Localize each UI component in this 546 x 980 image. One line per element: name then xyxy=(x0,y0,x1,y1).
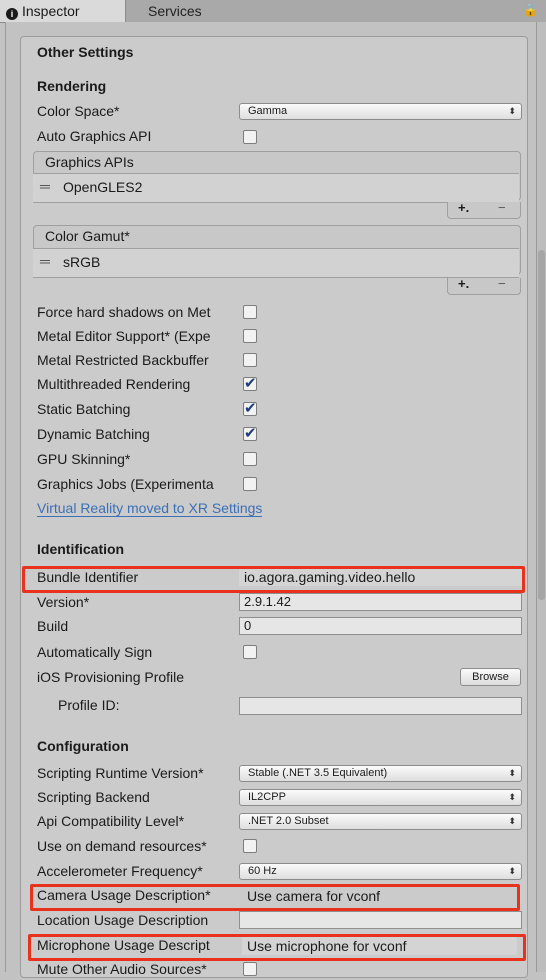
vr-settings-link[interactable]: Virtual Reality moved to XR Settings xyxy=(37,500,263,517)
tab-services-label: Services xyxy=(148,3,202,19)
graphics-apis-title: Graphics APIs xyxy=(45,154,134,170)
graphics-jobs-checkbox[interactable] xyxy=(243,477,257,491)
gpu-skinning-checkbox[interactable] xyxy=(243,452,257,466)
dynamic-batching-checkbox[interactable] xyxy=(243,424,257,442)
static-batching-label: Static Batching xyxy=(37,401,131,417)
automatically-sign-label: Automatically Sign xyxy=(37,644,153,660)
profile-id-label: Profile ID: xyxy=(58,697,120,713)
metal-restricted-label: Metal Restricted Backbuffer xyxy=(37,352,209,368)
version-field[interactable]: 2.9.1.42 xyxy=(239,593,522,611)
build-field[interactable]: 0 xyxy=(239,617,522,635)
tab-bar: i Inspector Services 🔒 xyxy=(0,0,546,23)
auto-graphics-label: Auto Graphics API xyxy=(37,128,152,144)
auto-graphics-checkbox[interactable] xyxy=(243,130,257,144)
color-space-value: Gamma xyxy=(248,105,288,117)
api-compatibility-dropdown[interactable]: .NET 2.0 Subset ⬍ xyxy=(239,813,522,830)
color-space-label: Color Space* xyxy=(37,103,120,119)
color-gamut-item-label: sRGB xyxy=(63,254,101,270)
highlight-box xyxy=(22,566,525,593)
graphics-apis-add-remove: +. − xyxy=(447,200,521,219)
minus-icon[interactable]: − xyxy=(498,276,506,291)
scripting-backend-label: Scripting Backend xyxy=(37,789,150,805)
color-gamut-item[interactable]: ═ sRGB xyxy=(33,248,519,278)
drag-handle-icon[interactable]: ═ xyxy=(40,178,50,194)
location-usage-field[interactable] xyxy=(239,911,522,929)
graphics-apis-item-label: OpenGLES2 xyxy=(63,179,143,195)
plus-icon[interactable]: +. xyxy=(458,200,469,215)
on-demand-resources-label: Use on demand resources* xyxy=(37,838,207,854)
metal-restricted-checkbox[interactable] xyxy=(243,353,257,367)
dynamic-batching-label: Dynamic Batching xyxy=(37,426,150,442)
identification-header: Identification xyxy=(37,541,125,557)
mute-audio-checkbox[interactable] xyxy=(243,962,257,976)
accelerometer-dropdown[interactable]: 60 Hz ⬍ xyxy=(239,863,522,880)
mute-audio-label: Mute Other Audio Sources* xyxy=(37,961,207,977)
static-batching-checkbox[interactable] xyxy=(243,399,257,417)
force-hard-shadows-checkbox[interactable] xyxy=(243,305,257,319)
browse-button[interactable]: Browse xyxy=(460,668,521,686)
metal-editor-support-checkbox[interactable] xyxy=(243,329,257,343)
graphics-apis-item[interactable]: ═ OpenGLES2 xyxy=(33,173,519,203)
lock-icon[interactable]: 🔒 xyxy=(523,3,538,17)
accelerometer-value: 60 Hz xyxy=(248,865,277,877)
dropdown-arrow-icon: ⬍ xyxy=(508,866,516,876)
scripting-backend-dropdown[interactable]: IL2CPP ⬍ xyxy=(239,789,522,806)
plus-icon[interactable]: +. xyxy=(458,276,469,291)
gpu-skinning-label: GPU Skinning* xyxy=(37,451,131,467)
scrollbar-thumb[interactable] xyxy=(538,250,545,600)
automatically-sign-checkbox[interactable] xyxy=(243,645,257,659)
other-settings-header[interactable]: Other Settings xyxy=(37,44,133,60)
on-demand-resources-checkbox[interactable] xyxy=(243,839,257,853)
version-label: Version* xyxy=(37,594,90,610)
info-icon: i xyxy=(6,8,18,20)
api-compatibility-label: Api Compatibility Level* xyxy=(37,813,185,829)
graphics-jobs-label: Graphics Jobs (Experimenta xyxy=(37,476,214,492)
metal-editor-support-label: Metal Editor Support* (Expe xyxy=(37,328,211,344)
scripting-runtime-label: Scripting Runtime Version* xyxy=(37,765,204,781)
api-compatibility-value: .NET 2.0 Subset xyxy=(248,815,329,827)
location-usage-label: Location Usage Description xyxy=(37,912,209,928)
color-gamut-add-remove: +. − xyxy=(447,276,521,295)
rendering-header: Rendering xyxy=(37,78,107,94)
color-gamut-title: Color Gamut* xyxy=(45,228,130,244)
scripting-runtime-dropdown[interactable]: Stable (.NET 3.5 Equivalent) ⬍ xyxy=(239,765,522,782)
dropdown-arrow-icon: ⬍ xyxy=(508,768,516,778)
profile-id-field[interactable] xyxy=(239,697,522,715)
scripting-runtime-value: Stable (.NET 3.5 Equivalent) xyxy=(248,767,388,779)
multithreaded-label: Multithreaded Rendering xyxy=(37,376,191,392)
scripting-backend-value: IL2CPP xyxy=(248,791,286,803)
color-space-dropdown[interactable]: Gamma ⬍ xyxy=(239,103,522,120)
tab-inspector-label: Inspector xyxy=(22,3,80,19)
highlight-box xyxy=(28,934,526,961)
force-hard-shadows-label: Force hard shadows on Met xyxy=(37,304,211,320)
dropdown-arrow-icon: ⬍ xyxy=(508,792,516,802)
multithreaded-checkbox[interactable] xyxy=(243,374,257,392)
highlight-box xyxy=(30,884,520,911)
tab-services[interactable]: Services xyxy=(148,0,202,22)
tab-inspector[interactable]: i Inspector xyxy=(0,0,126,22)
build-label: Build xyxy=(37,618,69,634)
minus-icon[interactable]: − xyxy=(498,200,506,215)
ios-provisioning-label: iOS Provisioning Profile xyxy=(37,669,185,685)
accelerometer-label: Accelerometer Frequency* xyxy=(37,863,203,879)
configuration-header: Configuration xyxy=(37,738,129,754)
drag-handle-icon[interactable]: ═ xyxy=(40,253,50,269)
dropdown-arrow-icon: ⬍ xyxy=(508,106,516,116)
dropdown-arrow-icon: ⬍ xyxy=(508,816,516,826)
